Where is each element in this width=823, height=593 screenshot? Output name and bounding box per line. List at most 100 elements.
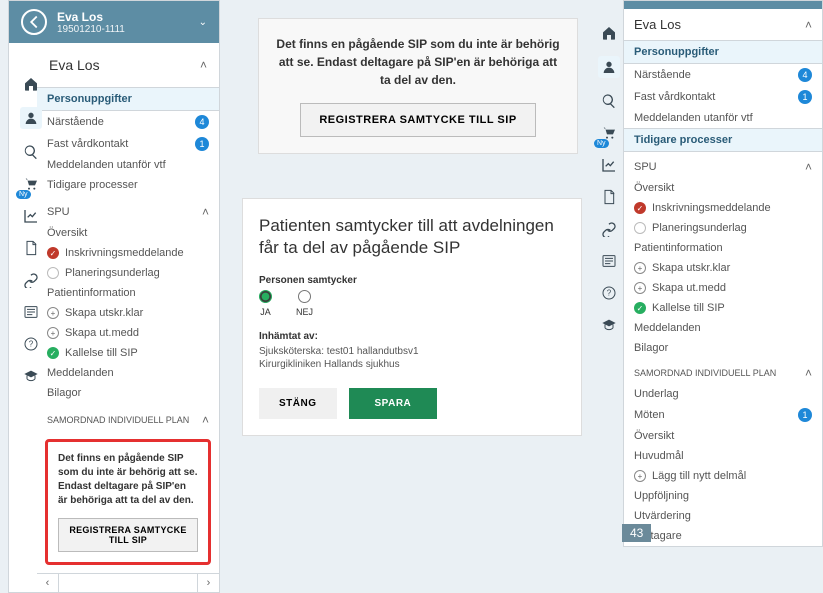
patient-title-row-r[interactable]: Eva Los ˄ [624,9,822,40]
sip-alert-text: Det finns en pågående SIP som du inte är… [58,452,198,508]
status-dot-red: ✓ [47,247,59,259]
chart-icon[interactable] [22,207,40,225]
row-inskrivning[interactable]: ✓Inskrivningsmeddelande [37,243,219,263]
register-consent-button[interactable]: REGISTRERA SAMTYCKE TILL SIP [58,518,198,552]
row-kallelse[interactable]: ✓Kallelse till SIP [37,343,219,363]
row-skapa-utmedd[interactable]: +Skapa ut.medd [37,323,219,343]
inhamtat-line2: Kirurgikliniken Hallands sjukhus [259,359,565,370]
chevron-up-icon: ˄ [202,205,209,219]
right-content: Eva Los ˄ Personuppgifter Närstående4 Fa… [624,9,822,546]
row-narstaende-r[interactable]: Närstående4 [624,64,822,86]
row-deltagare[interactable]: Deltagare [624,526,822,546]
person-icon[interactable] [598,56,620,78]
row-samordnad[interactable]: SAMORDNAD INDIVIDUELL PLAN˄ [37,403,219,431]
scroll-right-button[interactable]: › [197,574,219,592]
home-icon[interactable] [22,75,40,93]
sip-info-text: Det finns en pågående SIP som du inte är… [275,35,561,89]
row-samordnad-r[interactable]: SAMORDNAD INDIVIDUELL PLAN˄ [624,358,822,384]
grad-icon[interactable] [600,316,618,334]
row-skapa-utmedd-r[interactable]: +Skapa ut.medd [624,278,822,298]
row-fast-r[interactable]: Fast vårdkontakt1 [624,86,822,108]
status-dot-empty [47,267,59,279]
register-consent-button-popup[interactable]: REGISTRERA SAMTYCKE TILL SIP [300,103,535,137]
status-dot-green: ✓ [47,347,59,359]
row-oversikt-r[interactable]: Översikt [624,178,822,198]
row-planering[interactable]: Planeringsunderlag [37,263,219,283]
row-tidigare-processer[interactable]: Tidigare processer [37,175,219,195]
close-button[interactable]: STÄNG [259,388,337,419]
badge: 1 [195,137,209,151]
row-fast-vardkontakt[interactable]: Fast vårdkontakt1 [37,133,219,155]
link-icon[interactable] [600,220,618,238]
grad-icon[interactable] [22,367,40,385]
row-huvudmal[interactable]: Huvudmål [624,446,822,466]
help-icon[interactable]: ? [600,284,618,302]
document-icon[interactable] [22,239,40,257]
row-skapa-utskr[interactable]: +Skapa utskr.klar [37,303,219,323]
consent-label: Personen samtycker [259,275,565,286]
row-underlag[interactable]: Underlag [624,384,822,404]
badge: 4 [195,115,209,129]
row-planering-r[interactable]: Planeringsunderlag [624,218,822,238]
home-icon[interactable] [600,24,618,42]
document-icon[interactable] [600,188,618,206]
row-utvardering[interactable]: Utvärdering [624,506,822,526]
link-icon[interactable] [22,271,40,289]
scroll-left-button[interactable]: ‹ [37,574,59,592]
icon-sidebar-right: ? [595,10,623,334]
icon-sidebar: ? [17,61,45,385]
row-medd-utanfor-r[interactable]: Meddelanden utanför vtf [624,108,822,128]
row-oversikt2[interactable]: Översikt [624,426,822,446]
patient-title-row[interactable]: Eva Los ˄ [37,43,219,87]
help-icon[interactable]: ? [22,335,40,353]
panel-header: Eva Los 19501210-1111 ⌄ [9,1,219,43]
svg-text:?: ? [29,340,34,349]
row-meddelanden[interactable]: Meddelanden [37,363,219,383]
radio-ja-input[interactable] [259,290,272,303]
search-icon[interactable] [600,92,618,110]
consent-radios: JA NEJ [259,290,565,317]
svg-text:?: ? [607,289,612,298]
radio-nej[interactable]: NEJ [296,290,313,317]
row-lagg-delmal[interactable]: +Lägg till nytt delmål [624,466,822,486]
row-spu-r[interactable]: SPU˄ [624,152,822,178]
header-name: Eva Los [57,10,125,24]
inhamtat-label: Inhämtat av: [259,331,565,342]
chart-icon[interactable] [600,156,618,174]
cart-icon[interactable] [600,124,618,142]
back-button[interactable] [21,9,47,35]
row-meddelanden-utanfor[interactable]: Meddelanden utanför vtf [37,155,219,175]
radio-nej-input[interactable] [298,290,311,303]
search-icon[interactable] [22,143,40,161]
row-moten[interactable]: Möten1 [624,404,822,426]
row-spu[interactable]: SPU˄ [37,195,219,223]
news-icon[interactable] [22,303,40,321]
section-personuppgifter[interactable]: Personuppgifter [37,87,219,111]
row-narstaende[interactable]: Närstående4 [37,111,219,133]
sip-alert-box: Det finns en pågående SIP som du inte är… [45,439,211,565]
person-icon[interactable] [20,107,42,129]
cart-icon[interactable] [22,175,40,193]
plus-icon: + [47,327,59,339]
row-inskrivning-r[interactable]: ✓Inskrivningsmeddelande [624,198,822,218]
news-icon[interactable] [600,252,618,270]
patient-name: Eva Los [49,57,100,73]
row-bilagor[interactable]: Bilagor [37,383,219,403]
left-panel: Eva Los 19501210-1111 ⌄ ? Eva Los ˄ Pers… [8,0,220,593]
row-bilagor-r[interactable]: Bilagor [624,338,822,358]
row-skapa-utskr-r[interactable]: +Skapa utskr.klar [624,258,822,278]
row-kallelse-r[interactable]: ✓Kallelse till SIP [624,298,822,318]
row-meddelanden-r[interactable]: Meddelanden [624,318,822,338]
section-tidigare-r[interactable]: Tidigare processer [624,128,822,152]
right-panel: Eva Los ˄ Personuppgifter Närstående4 Fa… [623,0,823,547]
caret-down-icon[interactable]: ⌄ [199,17,207,28]
row-uppfoljning[interactable]: Uppföljning [624,486,822,506]
save-button[interactable]: SPARA [349,388,438,419]
row-patientinfo[interactable]: Patientinformation [37,283,219,303]
row-oversikt[interactable]: Översikt [37,223,219,243]
section-personuppgifter-r[interactable]: Personuppgifter [624,40,822,64]
patient-name-r: Eva Los [634,17,681,32]
radio-ja[interactable]: JA [259,290,272,317]
chevron-up-icon: ˄ [805,18,812,32]
row-patientinfo-r[interactable]: Patientinformation [624,238,822,258]
